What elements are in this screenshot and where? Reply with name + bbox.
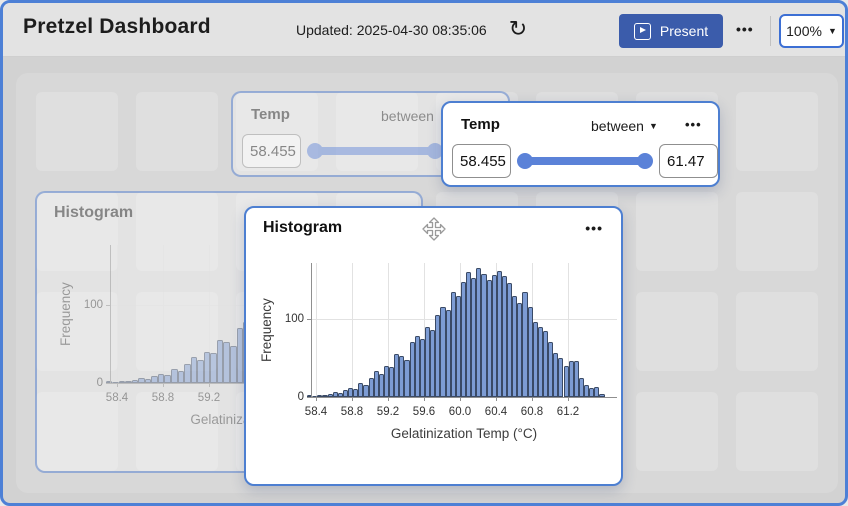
histogram-bar (204, 352, 211, 383)
histogram-bar (184, 364, 191, 384)
histogram-bar (558, 358, 563, 397)
range-slider-track[interactable] (521, 157, 649, 165)
placeholder-tile (636, 392, 718, 471)
top-bar: Pretzel Dashboard Updated: 2025-04-30 08… (3, 3, 845, 57)
histogram-bar (451, 292, 456, 397)
placeholder-tile (736, 192, 818, 271)
play-icon (634, 23, 651, 40)
toolbar-divider (770, 16, 771, 46)
operator-dropdown: between (381, 108, 434, 124)
range-slider-track (311, 147, 439, 155)
histogram-bar (522, 292, 527, 397)
y-tick-label: 0 (274, 391, 304, 403)
min-value-input[interactable] (452, 144, 511, 178)
placeholder-tile (736, 392, 818, 471)
histogram-bar (178, 371, 185, 383)
updated-timestamp: Updated: 2025-04-30 08:35:06 (296, 22, 487, 38)
histogram-bar (164, 375, 171, 383)
y-axis (110, 245, 111, 383)
gridline (117, 245, 118, 383)
histogram-bar (217, 340, 224, 383)
histogram-bar (210, 353, 217, 383)
x-axis-title: Gelatinization Temp (°C) (391, 426, 537, 441)
panel-menu-icon[interactable]: ••• (683, 115, 704, 134)
chevron-down-icon[interactable]: ▼ (649, 122, 658, 131)
histogram-bar (404, 360, 409, 397)
min-value-input (242, 134, 301, 168)
x-tick-label: 58.4 (305, 406, 327, 418)
y-tick-label: 100 (274, 313, 304, 325)
y-axis-title: Frequency (58, 245, 73, 383)
placeholder-tile (636, 292, 718, 371)
filter-title: Temp (251, 106, 290, 123)
refresh-icon[interactable]: ↻ (504, 14, 532, 44)
x-tick-label: 58.8 (152, 392, 174, 404)
histogram-bar (369, 378, 374, 398)
slider-handle-min (307, 143, 323, 159)
placeholder-tile (36, 92, 118, 171)
y-tick-label: 0 (73, 377, 103, 389)
y-axis-title: Frequency (259, 263, 274, 397)
gridline (352, 263, 353, 397)
histogram-bar (487, 280, 492, 397)
more-menu-icon[interactable]: ••• (732, 17, 758, 41)
x-tick-label: 59.2 (198, 392, 220, 404)
zoom-dropdown[interactable]: 100% ▼ (779, 14, 844, 48)
histogram-bar (171, 369, 178, 383)
max-value-input[interactable] (659, 144, 718, 178)
placeholder-tile (736, 92, 818, 171)
histogram-bar (569, 361, 574, 397)
placeholder-tile (136, 92, 218, 171)
histogram-bar (440, 307, 445, 397)
x-tick-label: 59.6 (413, 406, 435, 418)
operator-dropdown[interactable]: between (591, 118, 644, 134)
histogram-bar (191, 357, 198, 383)
histogram-bar (197, 360, 204, 383)
gridline (316, 263, 317, 397)
histogram-bar (363, 385, 368, 397)
x-tick-label: 58.8 (341, 406, 363, 418)
histogram-bar (528, 307, 533, 397)
y-axis (311, 263, 312, 397)
zoom-value: 100% (786, 23, 822, 39)
temp-filter-panel: Temp between ▼ ••• (441, 101, 720, 187)
present-button[interactable]: Present (619, 14, 723, 48)
x-axis (311, 397, 617, 398)
placeholder-tile (636, 192, 718, 271)
x-tick-label: 60.8 (521, 406, 543, 418)
placeholder-tile (736, 292, 818, 371)
app-window: Pretzel Dashboard Updated: 2025-04-30 08… (0, 0, 848, 506)
present-button-label: Present (660, 23, 708, 39)
histogram-bar (481, 274, 486, 397)
x-tick-label: 61.2 (557, 406, 579, 418)
gridline (163, 245, 164, 383)
histogram-panel: Histogram ••• 58.458.859.259.660.060.460… (244, 206, 623, 486)
chevron-down-icon: ▼ (828, 27, 837, 36)
y-tick-label: 100 (73, 299, 103, 311)
x-tick-label: 58.4 (106, 392, 128, 404)
filter-title: Temp (461, 116, 500, 133)
histogram-bar (564, 366, 569, 397)
histogram-chart: 58.4 58.8 59.2 59.6 60.0 60.4 60.8 61.2 0 100 Gela… (246, 208, 621, 484)
histogram-bar (230, 346, 237, 383)
x-tick-label: 60.4 (485, 406, 507, 418)
x-tick-label: 59.2 (377, 406, 399, 418)
slider-handle-min[interactable] (517, 153, 533, 169)
slider-handle-max[interactable] (637, 153, 653, 169)
histogram-bar (410, 342, 415, 397)
histogram-bar (446, 310, 451, 397)
histogram-bar (151, 376, 158, 383)
page-title: Pretzel Dashboard (23, 15, 211, 39)
x-tick-label: 60.0 (449, 406, 471, 418)
